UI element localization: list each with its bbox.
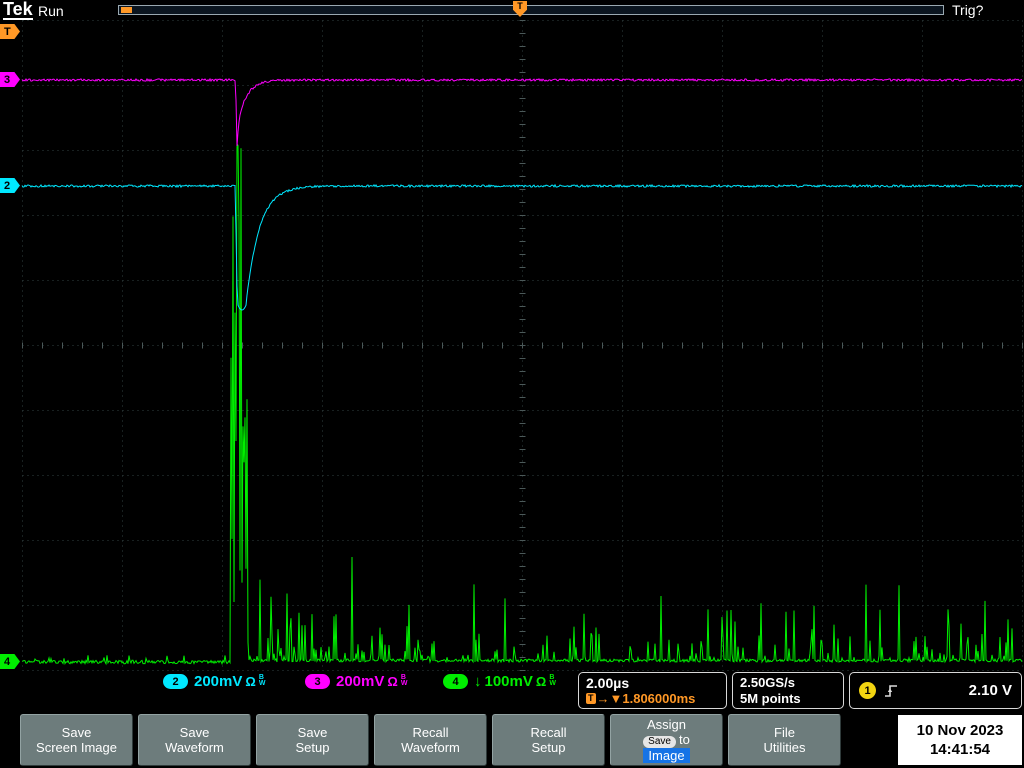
ch2-badge: 2	[163, 674, 188, 689]
ch2-scale: 200mV	[194, 672, 243, 690]
horizontal-delay: T → ▼ 1.806000ms	[586, 691, 719, 706]
acquisition-readout-box: 2.50GS/s 5M points	[732, 672, 844, 709]
ch4-readout: ↓ 100mV Ω BW	[474, 671, 556, 691]
file-utilities-button[interactable]: File Utilities	[728, 714, 841, 766]
delay-marker-icon: ▼	[609, 691, 623, 706]
ch4-offset-arrow-icon: ↓	[474, 672, 482, 690]
delay-value: 1.806000ms	[622, 691, 696, 706]
ch2-readout: 200mV Ω BW	[194, 671, 265, 691]
ch4-coupling: Ω	[535, 673, 547, 689]
graticule-and-waveforms	[21, 20, 1023, 671]
save-waveform-button[interactable]: Save Waveform	[138, 714, 251, 766]
bw-bot: W	[549, 679, 556, 687]
ch3-badge: 3	[305, 674, 330, 689]
record-view-bar	[118, 5, 944, 15]
button-label: Recall	[530, 725, 567, 740]
oscilloscope-screen: Tek Run T Trig? T 3 2 4 2 200mV Ω BW 3 2…	[0, 0, 1024, 768]
ch2-bandwidth-icon: BW	[258, 674, 266, 687]
button-label-row: Save to	[643, 732, 690, 748]
button-label: Save	[297, 725, 328, 740]
trigger-status: Trig?	[952, 2, 984, 18]
date-label: 10 Nov 2023	[916, 722, 1004, 739]
assign-target-image: Image	[643, 748, 690, 763]
recall-setup-button[interactable]: Recall Setup	[492, 714, 605, 766]
recall-waveform-button[interactable]: Recall Waveform	[374, 714, 487, 766]
assign-save-button[interactable]: Assign Save to Image	[610, 714, 723, 766]
ch3-scale: 200mV	[336, 672, 385, 690]
acquisition-state: Run	[38, 3, 64, 19]
delay-arrow-icon: →	[596, 691, 610, 706]
datetime-box: 10 Nov 2023 14:41:54	[898, 715, 1022, 765]
button-label: Utilities	[763, 740, 806, 755]
ch3-coupling: Ω	[387, 673, 398, 689]
ch4-scale: 100mV	[484, 672, 533, 690]
button-label: Waveform	[401, 740, 460, 755]
record-trigger-block	[121, 7, 132, 13]
ch3-readout: 200mV Ω BW	[336, 671, 407, 691]
button-label: Save	[179, 725, 210, 740]
horizontal-readout-box: 2.00µs T → ▼ 1.806000ms	[578, 672, 727, 709]
bw-bot: W	[258, 679, 266, 687]
bw-bot: W	[400, 679, 408, 687]
time-label: 14:41:54	[929, 741, 991, 758]
save-pill: Save	[643, 736, 676, 748]
button-label: File	[774, 725, 795, 740]
rising-edge-icon	[885, 684, 897, 697]
button-label: Waveform	[165, 740, 224, 755]
tek-logo: Tek	[3, 0, 33, 20]
button-label: Assign	[646, 717, 687, 732]
button-label: Setup	[295, 740, 330, 755]
trigger-level: 2.10 V	[968, 682, 1012, 699]
button-label: Save	[61, 725, 92, 740]
record-length: 5M points	[740, 691, 801, 706]
ch4-bandwidth-icon: BW	[549, 674, 556, 687]
button-label: to	[678, 732, 690, 747]
ch3-bandwidth-icon: BW	[400, 674, 408, 687]
save-screen-image-button[interactable]: Save Screen Image	[20, 714, 133, 766]
save-setup-button[interactable]: Save Setup	[256, 714, 369, 766]
trigger-t-chip: T	[586, 693, 596, 704]
sample-rate: 2.50GS/s	[740, 675, 795, 690]
button-label-row: Image	[643, 748, 690, 763]
trigger-readout-box: 1 2.10 V	[849, 672, 1022, 709]
trigger-source-badge: 1	[859, 682, 876, 699]
ch4-badge: 4	[443, 674, 468, 689]
ch2-coupling: Ω	[245, 673, 256, 689]
button-label: Screen Image	[36, 740, 117, 755]
button-label: Setup	[531, 740, 566, 755]
button-label: Recall	[412, 725, 449, 740]
horizontal-scale: 2.00µs	[586, 675, 630, 691]
